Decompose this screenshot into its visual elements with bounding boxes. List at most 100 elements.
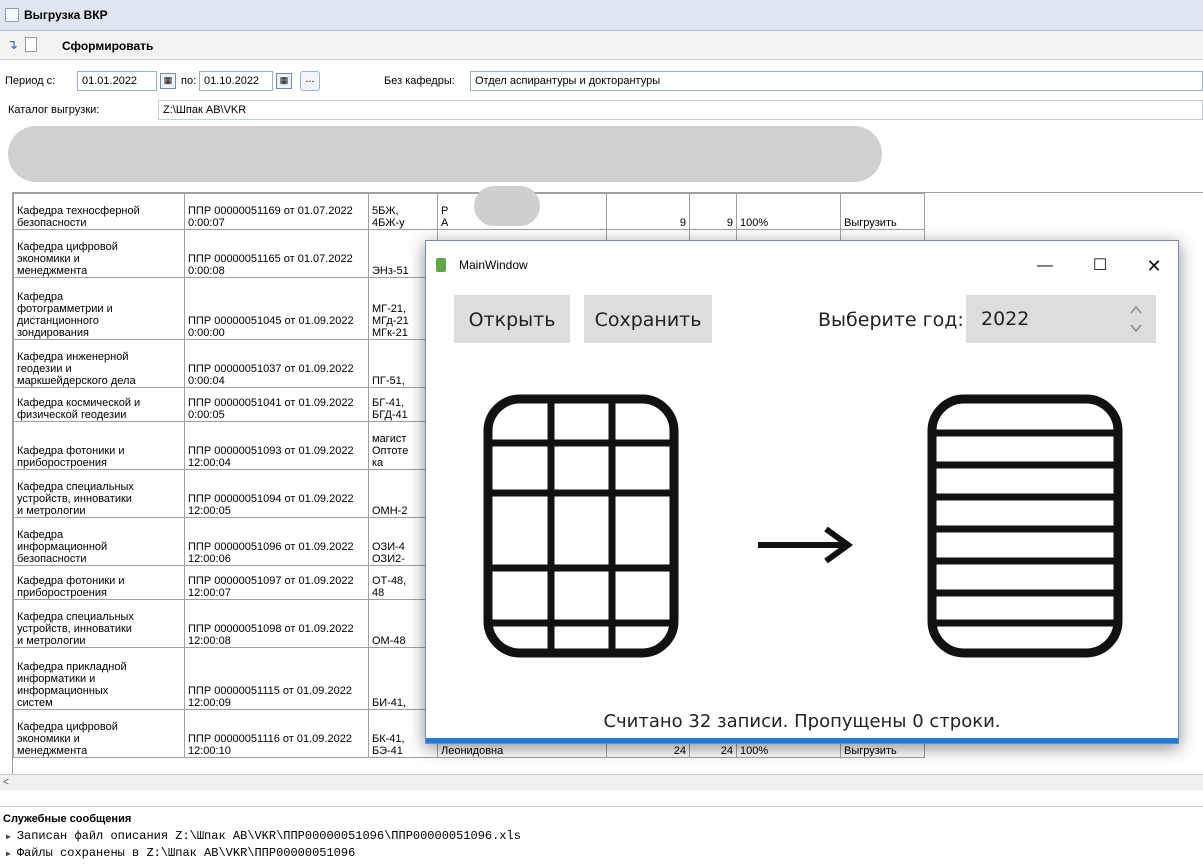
save-button[interactable]: Сохранить bbox=[584, 295, 712, 343]
department-cell-line: информатики и bbox=[17, 673, 96, 685]
document-cell-line: 0:00:07 bbox=[188, 217, 225, 229]
department-cell-line: дистанционного bbox=[17, 315, 99, 327]
minimize-icon[interactable]: — bbox=[1022, 251, 1068, 281]
groups-cell-line: 4БЖ-у bbox=[372, 217, 405, 229]
period-from-field[interactable]: 01.01.2022 bbox=[77, 71, 157, 91]
app-icon bbox=[436, 258, 446, 272]
department-cell-line: устройств, инноватики bbox=[17, 493, 132, 505]
period-select-button[interactable]: ... bbox=[300, 71, 320, 91]
department-cell-line: Кафедра цифровой bbox=[17, 721, 118, 733]
count2-cell: 9 bbox=[689, 193, 737, 230]
department-cell-line: приборостроения bbox=[17, 457, 107, 469]
catalog-field[interactable]: Z:\Шпак АВ\VKR bbox=[158, 100, 1203, 120]
document-cell-line: 12:00:09 bbox=[188, 697, 231, 709]
status-text: Считано 32 записи. Пропущены 0 строки. bbox=[603, 711, 1001, 732]
groups-cell-line: 5БЖ, bbox=[372, 205, 399, 217]
document-cell-line: ППР 00000051093 от 01.09.2022 bbox=[188, 445, 354, 457]
calendar-icon[interactable]: ▦ bbox=[160, 73, 176, 89]
year-label: Выберите год: bbox=[818, 309, 964, 331]
document-cell: ППР 00000051116 от 01.09.2022 12:00:10 bbox=[184, 709, 369, 758]
document-cell: ППР 00000051165 от 01.07.2022 0:00:08 bbox=[184, 229, 369, 278]
document-cell-line: ППР 00000051097 от 01.09.2022 bbox=[188, 575, 354, 587]
dialog-titlebar: MainWindow — ☐ ✕ bbox=[426, 241, 1178, 285]
catalog-label: Каталог выгрузки: bbox=[8, 104, 100, 116]
bullet-icon: ▶ bbox=[6, 833, 11, 842]
maximize-icon[interactable]: ☐ bbox=[1077, 251, 1123, 281]
table-row: Кафедра техносферной безопасности ППР 0000… bbox=[13, 193, 925, 230]
document-cell: ППР 00000051169 от 01.07.2022 0:00:07 bbox=[184, 193, 369, 230]
document-cell: ППР 00000051045 от 01.09.2022 0:00:00 bbox=[184, 277, 369, 340]
department-cell: Кафедра фотоники и приборостроения bbox=[13, 565, 185, 600]
arrow-right-icon bbox=[758, 526, 854, 564]
calendar-icon[interactable]: ▦ bbox=[276, 73, 292, 89]
department-cell-line: информационной bbox=[17, 541, 108, 553]
document-cell: ППР 00000051041 от 01.09.2022 0:00:05 bbox=[184, 387, 369, 422]
department-cell: Кафедра цифровой экономики и менеджмента bbox=[13, 709, 185, 758]
percent-cell: 100% bbox=[736, 193, 841, 230]
department-cell-line: информационных bbox=[17, 685, 109, 697]
chevron-left-icon[interactable]: < bbox=[3, 776, 15, 789]
department-cell-line: безопасности bbox=[17, 217, 87, 229]
close-icon[interactable]: ✕ bbox=[1131, 251, 1177, 281]
without-dept-field[interactable]: Отдел аспирантуры и докторантуры bbox=[470, 71, 1203, 91]
department-cell-line: менеджмента bbox=[17, 265, 88, 277]
department-cell: Кафедра фотоники и приборостроения bbox=[13, 421, 185, 470]
open-button[interactable]: Открыть bbox=[454, 295, 570, 343]
message-line: ▶ Файлы сохранены в Z:\Шпак АВ\VKR\ППР000… bbox=[6, 846, 356, 860]
document-cell-line: ППР 00000051096 от 01.09.2022 bbox=[188, 541, 354, 553]
document-cell-line: ППР 00000051037 от 01.09.2022 bbox=[188, 363, 354, 375]
department-cell-line: Кафедра специальных bbox=[17, 611, 134, 623]
document-cell-line: ППР 00000051045 от 01.09.2022 bbox=[188, 315, 354, 327]
document-cell-line: 12:00:08 bbox=[188, 635, 231, 647]
department-cell: Кафедра специальных устройств, инноватики… bbox=[13, 469, 185, 518]
action-arrow-icon[interactable]: ↴ bbox=[7, 38, 21, 52]
department-cell: Кафедра информационной безопасности bbox=[13, 517, 185, 566]
department-cell-line: Кафедра инженерной bbox=[17, 351, 129, 363]
document-cell-line: ППР 00000051116 от 01.09.2022 bbox=[188, 733, 352, 745]
document-cell: ППР 00000051093 от 01.09.2022 12:00:04 bbox=[184, 421, 369, 470]
department-cell: Кафедра инженерной геодезии и маркшейдерск… bbox=[13, 339, 185, 388]
person-cell-line: Леонидовна bbox=[441, 745, 504, 757]
department-cell: Кафедра специальных устройств, инноватики… bbox=[13, 599, 185, 648]
generate-button[interactable]: Сформировать bbox=[62, 39, 153, 53]
document-cell: ППР 00000051037 от 01.09.2022 0:00:04 bbox=[184, 339, 369, 388]
department-cell: Кафедра прикладной информатики и информаци… bbox=[13, 647, 185, 710]
period-from-label: Период с: bbox=[5, 75, 56, 87]
period-to-field[interactable]: 01.10.2022 bbox=[199, 71, 273, 91]
row-list-icon bbox=[927, 394, 1123, 658]
document-icon[interactable] bbox=[25, 37, 37, 52]
department-cell-line: приборостроения bbox=[17, 587, 107, 599]
form-toolbar: ↴ Сформировать bbox=[0, 31, 1203, 60]
messages-panel: Служебные сообщения ▶ Записан файл описан… bbox=[0, 806, 1203, 865]
document-cell-line: ППР 00000051094 от 01.09.2022 bbox=[188, 493, 354, 505]
document-cell: ППР 00000051098 от 01.09.2022 12:00:08 bbox=[184, 599, 369, 648]
department-cell-line: Кафедра фотоники и bbox=[17, 575, 125, 587]
document-cell-line: ППР 00000051165 от 01.07.2022 bbox=[188, 253, 353, 265]
horizontal-scrollbar[interactable]: < bbox=[0, 774, 1203, 790]
year-value[interactable]: 2022 bbox=[981, 308, 1029, 330]
year-spinbox[interactable]: 2022 bbox=[966, 295, 1156, 343]
department-cell-line: экономики и bbox=[17, 253, 80, 265]
document-cell-line: 12:00:07 bbox=[188, 587, 231, 599]
department-cell: Кафедра фотограмметрии и дистанционного зон… bbox=[13, 277, 185, 340]
document-cell: ППР 00000051096 от 01.09.2022 12:00:06 bbox=[184, 517, 369, 566]
document-cell-line: ППР 00000051098 от 01.09.2022 bbox=[188, 623, 354, 635]
main-window-dialog: MainWindow — ☐ ✕ Открыть Сохранить Выбер… bbox=[425, 240, 1179, 744]
count1-cell: 9 bbox=[606, 193, 690, 230]
document-cell: ППР 00000051097 от 01.09.2022 12:00:07 bbox=[184, 565, 369, 600]
department-cell-line: Кафедра специальных bbox=[17, 481, 134, 493]
chevron-up-icon[interactable] bbox=[1128, 303, 1144, 317]
department-cell-line: и метрологии bbox=[17, 505, 86, 517]
action-cell[interactable]: Выгрузить bbox=[840, 193, 925, 230]
department-cell-line: Кафедра космической и bbox=[17, 397, 141, 409]
department-cell-line: и метрологии bbox=[17, 635, 86, 647]
document-cell-line: 0:00:05 bbox=[188, 409, 225, 421]
department-cell-line: безопасности bbox=[17, 553, 87, 565]
document-cell-line: 0:00:08 bbox=[188, 265, 225, 277]
grid-table-icon bbox=[483, 394, 679, 658]
department-cell-line: экономики и bbox=[17, 733, 80, 745]
department-cell-line: Кафедра прикладной bbox=[17, 661, 127, 673]
document-cell: ППР 00000051094 от 01.09.2022 12:00:05 bbox=[184, 469, 369, 518]
document-cell-line: 12:00:10 bbox=[188, 745, 231, 757]
chevron-down-icon[interactable] bbox=[1128, 321, 1144, 335]
